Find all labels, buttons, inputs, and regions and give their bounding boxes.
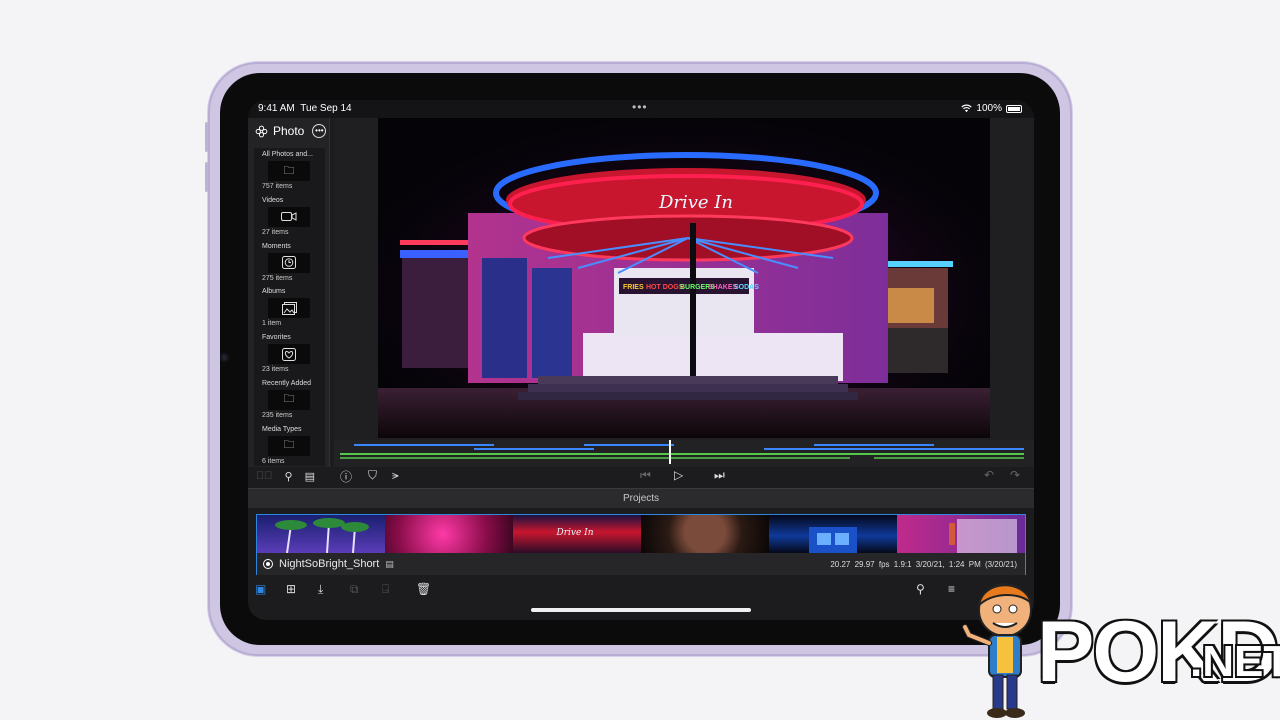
thumbnail: Drive In — [513, 515, 641, 553]
marker-icon[interactable]: ⛉ — [368, 468, 377, 483]
sidebar-item-media-types[interactable]: Media Types 🗀 6 items — [254, 423, 325, 469]
timeline-track — [764, 448, 914, 450]
media-sidebar: Photo ••• All Photos and... 🗀 757 items … — [248, 118, 330, 483]
booth-sign: FRIES — [623, 284, 644, 291]
sidebar-toolbar: ✓⃝ ⚲ ▤ — [248, 467, 330, 485]
thumbnail — [769, 515, 897, 553]
skip-back-icon[interactable]: ⏮ — [640, 468, 651, 483]
multitasking-dots-icon[interactable]: ••• — [632, 100, 648, 114]
photos-icon — [255, 125, 268, 137]
import-icon[interactable]: ⤓ — [318, 582, 323, 597]
status-date: Tue Sep 14 — [300, 103, 352, 114]
timeline-track — [874, 457, 1024, 459]
timeline-track — [584, 444, 674, 446]
timeline-scrubber[interactable] — [334, 440, 1034, 467]
search-icon[interactable]: ⚲ — [285, 470, 293, 483]
project-fps: 29.97 fps — [854, 559, 890, 569]
new-project-icon[interactable]: ⊞ — [286, 582, 296, 596]
share-icon[interactable]: ⍈ — [382, 582, 389, 597]
add-effect-icon[interactable]: ⪫ — [392, 468, 399, 483]
redo-icon[interactable]: ↷ — [1010, 468, 1020, 482]
folder-icon: 🗀 — [268, 161, 310, 181]
neon-sign-text: Drive In — [555, 528, 593, 538]
playback-controls: ⓘ ⛉ ⪫ ⏮ ▷ ⏭ ↶ ↷ — [334, 466, 1034, 488]
booth-sign: SODAS — [734, 284, 759, 291]
watermark-suffix: .NET — [1190, 637, 1280, 686]
clock-icon — [268, 252, 310, 273]
trash-icon[interactable]: 🗑 — [416, 582, 431, 596]
thumbnail — [385, 515, 513, 553]
sidebar-item-all-photos[interactable]: All Photos and... 🗀 757 items — [254, 148, 325, 194]
project-name: NightSoBright_Short — [279, 558, 380, 570]
view-options-icon[interactable]: ▤ — [305, 470, 315, 483]
timeline-track — [814, 444, 934, 446]
sort-icon[interactable]: ≡ — [948, 582, 955, 596]
sidebar-header: Photo ••• — [248, 118, 329, 144]
projects-header: Projects — [248, 488, 1034, 508]
battery-icon — [1006, 104, 1022, 113]
undo-icon[interactable]: ↶ — [984, 468, 994, 482]
project-thumbnails: Drive In — [257, 515, 1025, 553]
bottom-toolbar: ▣ ⊞ ⤓ ⧉ ⍈ 🗑 ⚲ ≡ — [248, 582, 1034, 602]
project-modified: 3/20/21, 1:24 PM — [915, 559, 981, 569]
status-bar: 9:41 AM Tue Sep 14 ••• 100% — [248, 100, 1034, 118]
timeline-track — [474, 448, 594, 450]
duplicate-icon[interactable]: ⧉ — [350, 582, 359, 597]
project-duration: 20.27 — [830, 559, 851, 569]
project-meta: 20.27 29.97 fps 1.9:1 3/20/21, 1:24 PM (… — [830, 560, 1025, 569]
battery-percent: 100% — [976, 103, 1002, 114]
ipad-screen: 9:41 AM Tue Sep 14 ••• 100% Photo ••• Al… — [248, 100, 1034, 620]
playhead[interactable] — [669, 440, 671, 464]
sidebar-item-albums[interactable]: Albums 1 item — [254, 285, 325, 331]
top-button — [205, 162, 208, 192]
project-radio[interactable] — [263, 559, 273, 569]
sidebar-item-videos[interactable]: Videos 27 items — [254, 194, 325, 240]
play-icon[interactable]: ▷ — [674, 468, 683, 482]
wifi-icon — [961, 104, 973, 113]
project-notes-icon[interactable]: ▤ — [385, 559, 394, 570]
project-aspect: 1.9:1 — [893, 559, 912, 569]
project-browser-icon[interactable]: ▣ — [255, 582, 266, 596]
heart-icon — [268, 344, 310, 365]
booth-sign: HOT DOGS — [646, 284, 684, 291]
more-options-icon[interactable]: ••• — [312, 124, 327, 138]
home-indicator[interactable] — [531, 608, 751, 612]
select-check-icon[interactable]: ✓⃝ — [256, 470, 273, 482]
project-info-row: NightSoBright_Short ▤ 20.27 29.97 fps 1.… — [257, 553, 1025, 575]
video-camera-icon — [268, 206, 310, 227]
neon-sign-text: Drive In — [658, 192, 733, 213]
search-icon[interactable]: ⚲ — [916, 582, 925, 596]
info-icon[interactable]: ⓘ — [340, 468, 352, 485]
timeline-track — [340, 453, 1024, 455]
sidebar-item-recently-added[interactable]: Recently Added 🗀 235 items — [254, 377, 325, 423]
video-viewer: Drive In FRIES HOT DOGS BURGERS SHAKES S… — [334, 118, 1034, 440]
folder-icon: 🗀 — [268, 435, 310, 456]
volume-button — [205, 122, 208, 152]
mascot-logo — [962, 583, 1033, 718]
thumbnail — [257, 515, 385, 553]
timeline-track — [354, 444, 494, 446]
sidebar-item-favorites[interactable]: Favorites 23 items — [254, 331, 325, 377]
sidebar-item-moments[interactable]: Moments 275 items — [254, 240, 325, 286]
folder-icon: 🗀 — [268, 389, 310, 410]
status-time: 9:41 AM — [258, 103, 295, 114]
album-list: All Photos and... 🗀 757 items Videos 27 … — [254, 148, 325, 466]
album-icon — [268, 298, 310, 319]
timeline-track — [340, 457, 850, 459]
thumbnail — [897, 515, 1025, 553]
sidebar-title: Photo — [273, 124, 305, 138]
preview-image[interactable]: Drive In FRIES HOT DOGS BURGERS SHAKES S… — [378, 118, 990, 438]
project-card[interactable]: Drive In NightSoBright_Short ▤ 20.27 29.… — [256, 514, 1026, 575]
pokde-watermark: POKDE .NET — [955, 575, 1280, 720]
project-created: (3/20/21) — [984, 559, 1017, 569]
thumbnail — [641, 515, 769, 553]
skip-forward-icon[interactable]: ⏭ — [714, 468, 725, 483]
front-camera-icon — [220, 353, 229, 362]
timeline-track — [894, 448, 1024, 450]
